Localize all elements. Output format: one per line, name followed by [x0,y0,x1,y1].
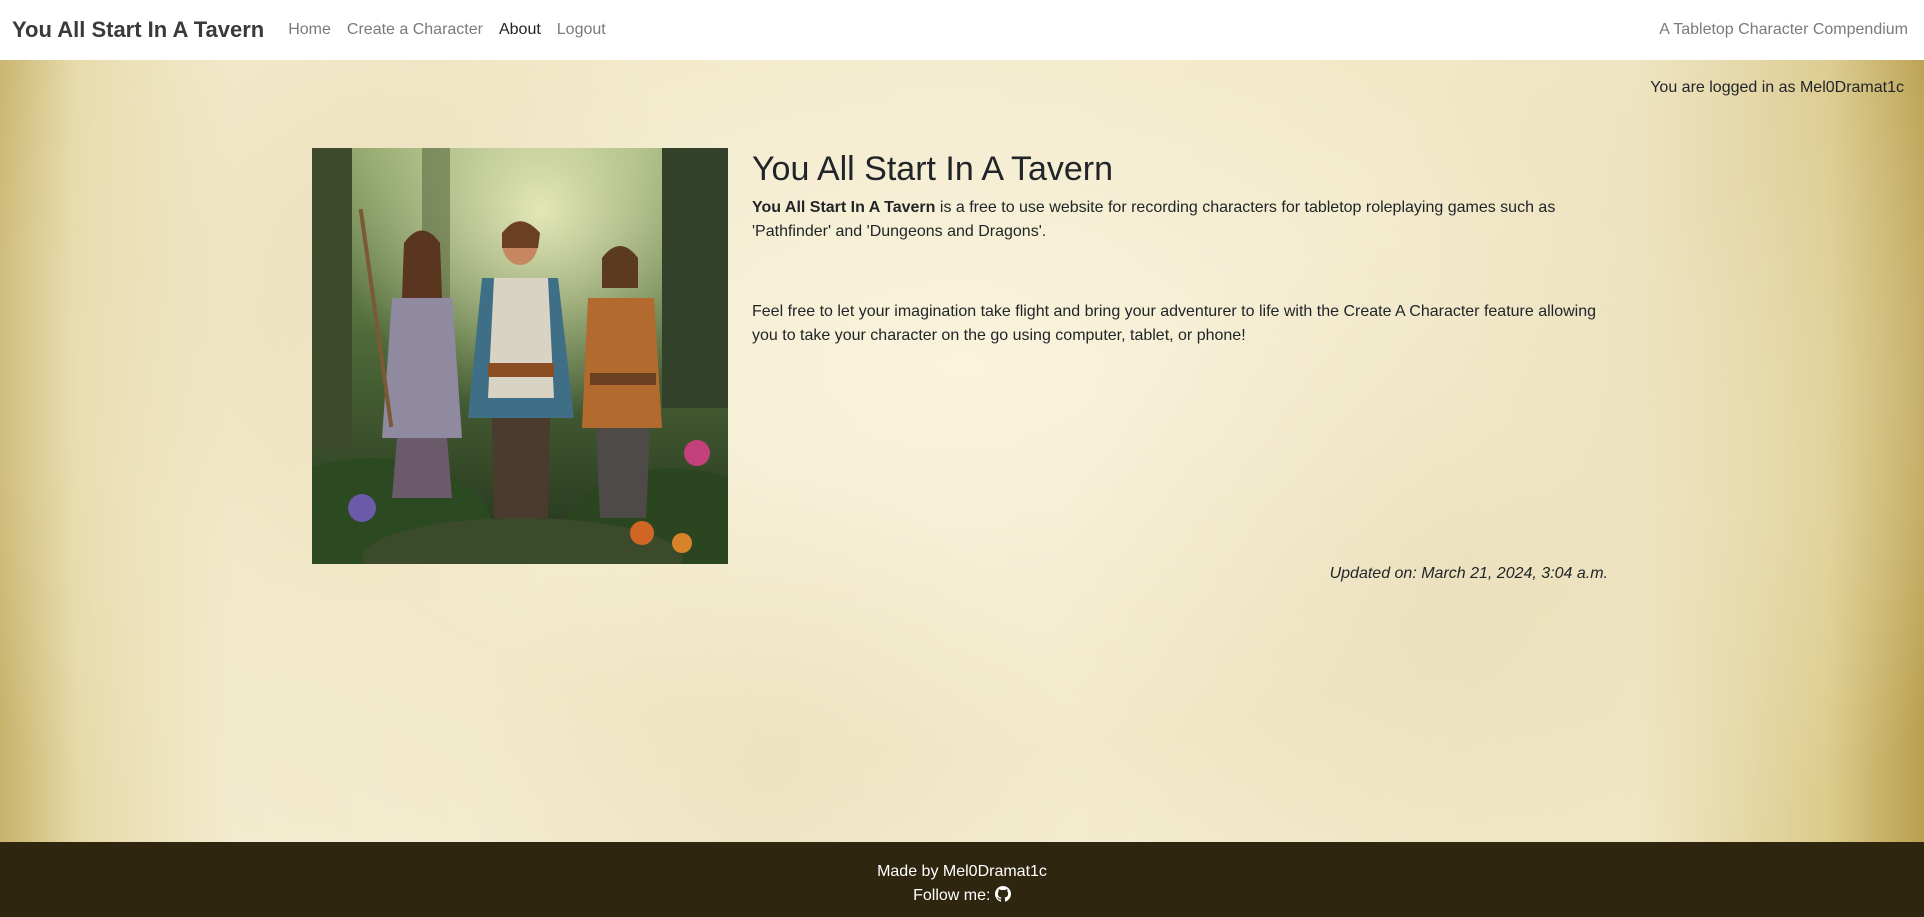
footer-made-by: Made by Mel0Dramat1c [877,863,1047,880]
footer-follow: Follow me: [0,884,1924,908]
intro-paragraph: You All Start In A Tavern is a free to u… [752,196,1608,244]
nav-about[interactable]: About [499,21,541,39]
brand-link[interactable]: You All Start In A Tavern [12,17,264,43]
nav-home[interactable]: Home [288,21,331,39]
github-link[interactable] [994,886,1011,904]
follow-label: Follow me: [913,887,991,904]
intro-bold-title: You All Start In A Tavern [752,199,936,216]
navbar: You All Start In A Tavern Home Create a … [0,0,1924,60]
nav-create-character[interactable]: Create a Character [347,21,483,39]
nav-links: Home Create a Character About Logout [288,21,622,39]
page-title: You All Start In A Tavern [752,150,1114,188]
about-content: You All Start In A Tavern You All Start … [752,148,1608,348]
updated-timestamp: Updated on: March 21, 2024, 3:04 a.m. [1329,565,1608,582]
nav-logout[interactable]: Logout [557,21,606,39]
footer: Made by Mel0Dramat1c Follow me: [0,842,1924,917]
description-paragraph: Feel free to let your imagination take f… [752,303,1597,344]
site-tagline: A Tabletop Character Compendium [1659,21,1908,38]
hero-image-adventurers [312,148,728,564]
github-icon [994,886,1011,902]
login-status: You are logged in as Mel0Dramat1c [1650,79,1904,96]
